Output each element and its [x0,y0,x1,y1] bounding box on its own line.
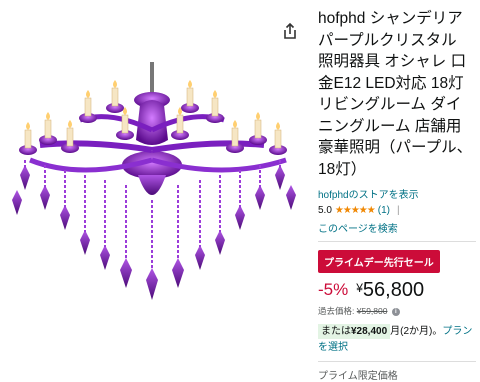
share-button[interactable] [279,20,301,42]
price-row: -5% ¥ 56,800 [318,280,476,300]
installment-amount: ¥28,400 [351,326,388,337]
divider [318,241,476,242]
product-info-panel: hofphd シャンデリア パープルクリスタル 照明器具 オシャレ 口金E12 … [318,8,476,382]
chandelier-illustration [12,62,296,300]
past-price-label: 過去価格: [318,306,355,316]
installment-offer: または¥28,400 月(2か月)。プランを選択 [318,324,476,356]
currency-symbol: ¥ [356,281,363,295]
price-value: 56,800 [362,279,425,301]
past-price: 過去価格: ¥59,800 i [318,305,476,317]
rating-count-link[interactable]: (1) [378,205,390,216]
installment-prefix: または [321,326,351,337]
prime-limited-label: プライム限定価格 [318,371,398,382]
installment-highlight: または¥28,400 [318,324,391,339]
rating-value: 5.0 [318,205,332,216]
info-icon[interactable]: i [391,307,400,316]
divider [318,361,476,362]
discount-percent: -5% [318,280,349,299]
rating-separator: | [396,205,400,216]
deal-badge: プライムデー先行セール [318,250,440,273]
product-image[interactable] [0,0,305,377]
search-page-link[interactable]: このページを検索 [318,220,476,235]
product-title: hofphd シャンデリア パープルクリスタル 照明器具 オシャレ 口金E12 … [318,10,473,178]
share-icon [284,22,296,39]
past-price-value: ¥59,800 [356,306,388,316]
store-link[interactable]: hofphdのストアを表示 [318,186,476,201]
star-rating-icon[interactable]: ★★★★★ [335,205,376,216]
installment-suffix: 月(2か月)。 [390,326,443,337]
rating-row: 5.0 ★★★★★ (1) | [318,205,476,216]
